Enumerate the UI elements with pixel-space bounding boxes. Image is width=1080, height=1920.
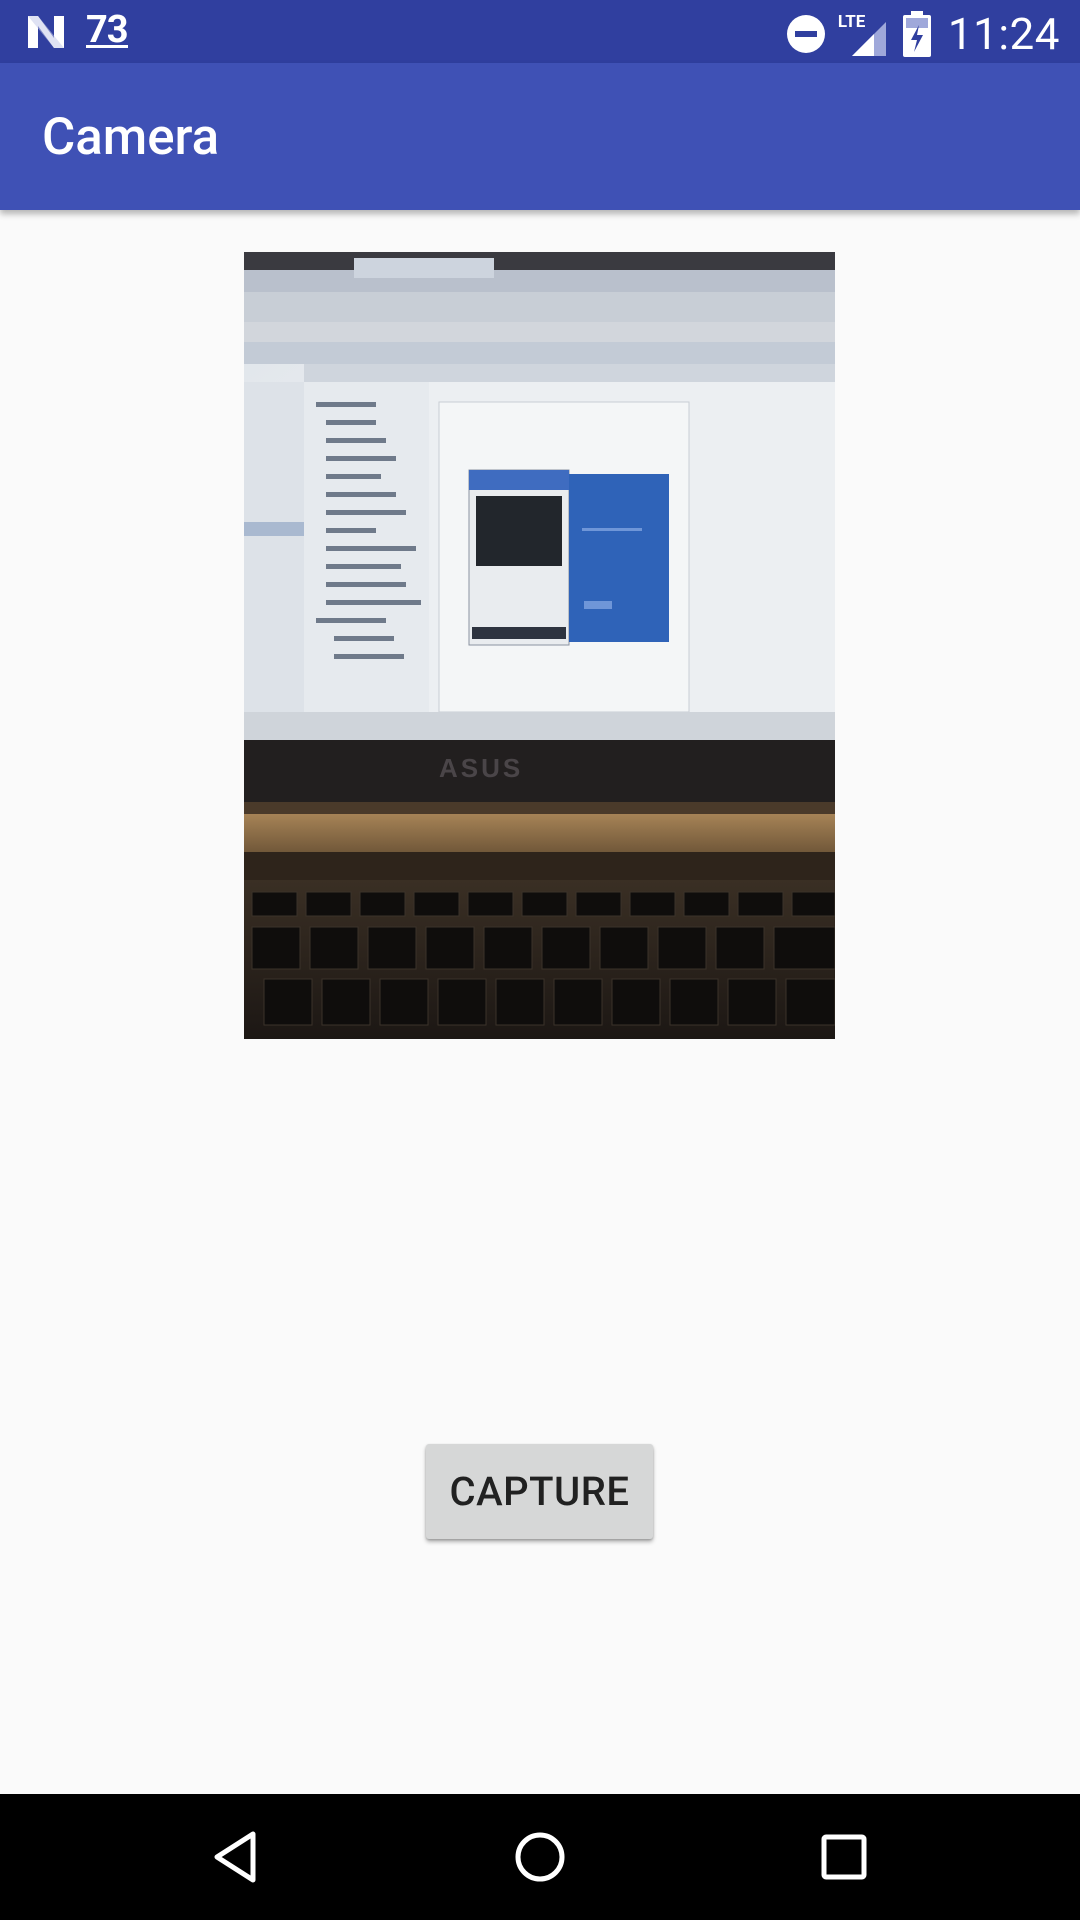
status-bar: 73 LTE 11:24 [0, 0, 1080, 63]
battery-charging-icon [902, 11, 931, 57]
notification-n-icon [28, 16, 64, 48]
status-left: 73 [26, 8, 129, 54]
recents-icon[interactable] [809, 1822, 879, 1892]
capture-button[interactable]: CAPTURE [426, 1444, 653, 1539]
back-icon[interactable] [201, 1822, 271, 1892]
home-icon[interactable] [505, 1822, 575, 1892]
notification-count: 73 [86, 8, 129, 52]
app-bar: Camera [0, 63, 1080, 210]
app-title: Camera [42, 108, 220, 167]
photo-image: ASUS [244, 252, 835, 1039]
nav-bar [0, 1794, 1080, 1920]
status-right: LTE 11:24 [786, 8, 1060, 60]
signal-icon: LTE [838, 10, 888, 58]
do-not-disturb-icon [786, 15, 825, 53]
captured-photo: ASUS [244, 252, 835, 1039]
laptop-brand: ASUS [439, 753, 523, 783]
status-time: 11:24 [947, 8, 1060, 60]
